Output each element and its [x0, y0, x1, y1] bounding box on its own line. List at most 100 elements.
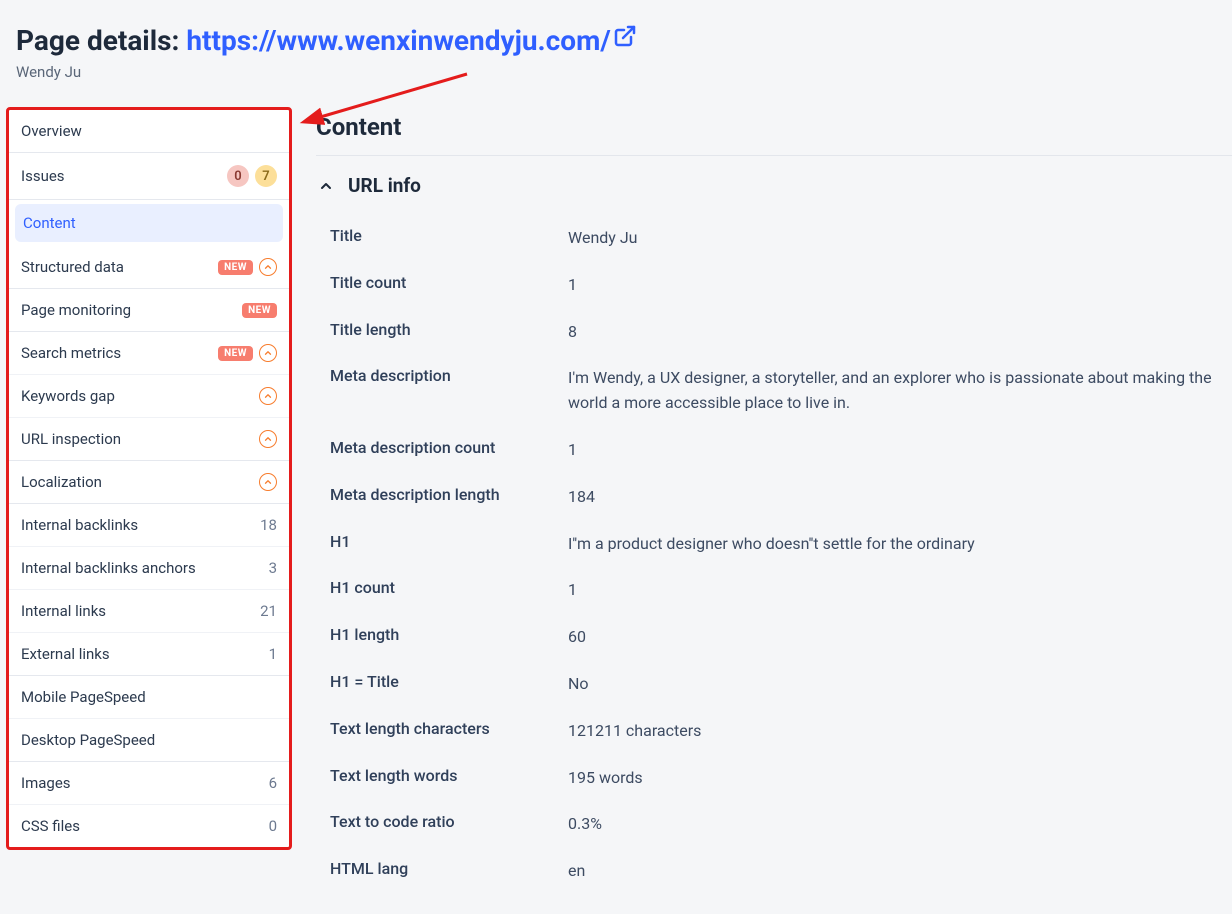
info-label: Meta description length	[330, 485, 568, 504]
info-value: I'm Wendy, a UX designer, a storyteller,…	[568, 366, 1228, 416]
sidebar-item-label: Internal backlinks	[21, 516, 138, 534]
upgrade-icon	[259, 344, 277, 362]
info-row: Meta description count1	[316, 427, 1232, 474]
info-row: Meta description length184	[316, 474, 1232, 521]
sidebar-item-issues[interactable]: Issues 07	[9, 153, 289, 199]
sidebar-item-external-links[interactable]: External links 1	[9, 633, 289, 675]
content-heading: Content	[316, 113, 1232, 141]
info-row: H1 length60	[316, 614, 1232, 661]
page-url-link[interactable]: https://www.wenxinwendyju.com/	[186, 24, 636, 57]
sidebar-item-page-monitoring[interactable]: Page monitoring NEW	[9, 289, 289, 331]
sidebar-item-label: Images	[21, 774, 71, 792]
info-label: Title count	[330, 273, 568, 292]
sidebar-item-label: URL inspection	[21, 430, 121, 448]
upgrade-icon	[259, 473, 277, 491]
info-row: TitleWendy Ju	[316, 215, 1232, 262]
sidebar-item-label: Desktop PageSpeed	[21, 731, 155, 749]
chevron-up-icon	[316, 176, 336, 196]
info-label: Text length characters	[330, 719, 568, 738]
sidebar-item-label: Mobile PageSpeed	[21, 688, 146, 706]
info-row: H1I''m a product designer who doesn''t s…	[316, 521, 1232, 568]
new-badge: NEW	[242, 303, 277, 318]
sidebar-item-internal-backlinks-anchors[interactable]: Internal backlinks anchors 3	[9, 547, 289, 590]
item-count: 3	[259, 559, 277, 577]
section-url-info-toggle[interactable]: URL info	[316, 174, 1232, 197]
item-count: 18	[259, 516, 277, 534]
info-row: Text length words195 words	[316, 755, 1232, 802]
sidebar-item-label: Localization	[21, 473, 102, 491]
info-label: Title length	[330, 320, 568, 339]
sidebar-item-label: Search metrics	[21, 344, 121, 362]
info-value: 0.3%	[568, 812, 1228, 837]
sidebar-item-mobile-pagespeed[interactable]: Mobile PageSpeed	[9, 676, 289, 719]
info-row: Text length characters121211 characters	[316, 708, 1232, 755]
sidebar-item-search-metrics[interactable]: Search metricsNEW	[9, 332, 289, 375]
item-count: 21	[259, 602, 277, 620]
sidebar-item-overview[interactable]: Overview	[9, 110, 289, 152]
sidebar-item-label: CSS files	[21, 817, 80, 835]
info-label: H1 count	[330, 578, 568, 597]
info-row: H1 count1	[316, 567, 1232, 614]
sidebar-item-label: Overview	[21, 122, 82, 140]
info-value: 184	[568, 485, 1228, 510]
main-content: Content URL info TitleWendy JuTitle coun…	[292, 95, 1232, 895]
sidebar-item-label: Internal backlinks anchors	[21, 559, 196, 577]
info-value: 1	[568, 273, 1228, 298]
item-count: 0	[259, 817, 277, 835]
sidebar-item-localization[interactable]: Localization	[9, 461, 289, 503]
sidebar-item-label: Internal links	[21, 602, 106, 620]
sidebar-item-internal-backlinks[interactable]: Internal backlinks 18	[9, 504, 289, 547]
sidebar-item-keywords-gap[interactable]: Keywords gap	[9, 375, 289, 418]
info-row: Title length8	[316, 309, 1232, 356]
page-title-prefix: Page details:	[16, 24, 186, 57]
external-link-icon	[613, 22, 637, 46]
sidebar-item-images[interactable]: Images 6	[9, 762, 289, 805]
section-title: URL info	[348, 174, 421, 197]
sidebar-item-content[interactable]: Content	[15, 204, 283, 242]
sidebar-item-internal-links[interactable]: Internal links 21	[9, 590, 289, 633]
info-value: 1	[568, 438, 1228, 463]
info-label: H1 = Title	[330, 672, 568, 691]
issue-count-badge: 7	[255, 165, 277, 187]
info-value: 1	[568, 578, 1228, 603]
new-badge: NEW	[218, 260, 253, 275]
info-value: Wendy Ju	[568, 226, 1228, 251]
info-value: 195 words	[568, 766, 1228, 791]
sidebar-item-structured-data[interactable]: Structured data NEW	[9, 246, 289, 288]
info-row: Title count1	[316, 262, 1232, 309]
sidebar-item-css-files[interactable]: CSS files 0	[9, 805, 289, 847]
info-label: Text length words	[330, 766, 568, 785]
info-row: Meta descriptionI'm Wendy, a UX designer…	[316, 355, 1232, 427]
info-label: Meta description count	[330, 438, 568, 457]
sidebar-item-desktop-pagespeed[interactable]: Desktop PageSpeed	[9, 719, 289, 761]
info-value: I''m a product designer who doesn''t set…	[568, 532, 1228, 557]
info-label: Title	[330, 226, 568, 245]
sidebar-item-label: Structured data	[21, 258, 124, 276]
sidebar-item-label: Content	[23, 214, 76, 232]
info-value: No	[568, 672, 1228, 697]
item-count: 1	[259, 645, 277, 663]
sidebar-item-label: Page monitoring	[21, 301, 131, 319]
divider	[316, 155, 1232, 156]
info-label: H1	[330, 532, 568, 551]
info-value: en	[568, 859, 1228, 884]
upgrade-icon	[259, 258, 277, 276]
upgrade-icon	[259, 430, 277, 448]
info-label: Meta description	[330, 366, 568, 385]
item-count: 6	[259, 774, 277, 792]
info-row: Text to code ratio0.3%	[316, 801, 1232, 848]
sidebar-item-label: External links	[21, 645, 110, 663]
page-subtitle: Wendy Ju	[16, 63, 1216, 81]
info-table: TitleWendy JuTitle count1Title length8Me…	[316, 215, 1232, 895]
info-label: HTML lang	[330, 859, 568, 878]
sidebar-item-url-inspection[interactable]: URL inspection	[9, 418, 289, 460]
sidebar-item-label: Keywords gap	[21, 387, 115, 405]
issue-count-badge: 0	[227, 165, 249, 187]
upgrade-icon	[259, 387, 277, 405]
info-row: HTML langen	[316, 848, 1232, 895]
info-label: Text to code ratio	[330, 812, 568, 831]
info-value: 8	[568, 320, 1228, 345]
sidebar-item-label: Issues	[21, 167, 65, 185]
info-value: 60	[568, 625, 1228, 650]
page-header: Page details: https://www.wenxinwendyju.…	[0, 0, 1232, 95]
